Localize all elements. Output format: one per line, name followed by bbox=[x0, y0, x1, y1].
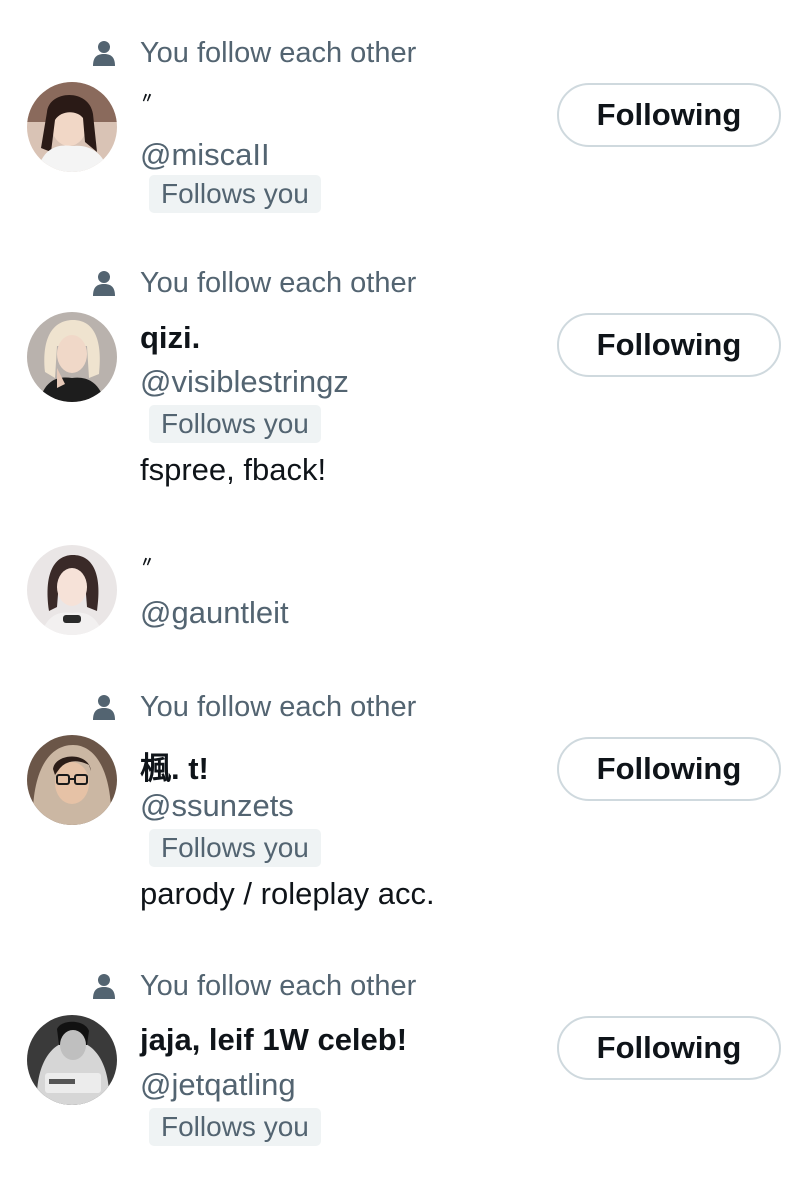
avatar[interactable] bbox=[27, 735, 117, 825]
display-name[interactable]: qizi. bbox=[140, 320, 200, 356]
following-button[interactable]: Following bbox=[557, 737, 781, 801]
social-context: You follow each other bbox=[92, 263, 416, 303]
handle[interactable]: @jetqatling bbox=[140, 1067, 296, 1103]
handle[interactable]: @miscaII bbox=[140, 137, 270, 173]
follows-you-badge: Follows you bbox=[149, 1108, 321, 1146]
social-context: You follow each other bbox=[92, 966, 416, 1006]
display-name[interactable]: jaja, leif 1W celeb! bbox=[140, 1022, 407, 1058]
avatar[interactable] bbox=[27, 312, 117, 402]
social-context: You follow each other bbox=[92, 33, 416, 73]
follows-you-badge: Follows you bbox=[149, 405, 321, 443]
social-context-text: You follow each other bbox=[140, 266, 417, 299]
following-button[interactable]: Following bbox=[557, 1016, 781, 1080]
social-context-text: You follow each other bbox=[140, 690, 417, 723]
social-context: You follow each other bbox=[92, 687, 416, 727]
person-icon bbox=[93, 41, 115, 66]
handle[interactable]: @visiblestringz bbox=[140, 364, 349, 400]
display-name[interactable]: 楓. t! bbox=[140, 743, 209, 788]
display-name[interactable]: 〃 bbox=[140, 552, 154, 572]
display-name[interactable]: 〃 bbox=[140, 88, 154, 108]
following-button[interactable]: Following bbox=[557, 313, 781, 377]
person-icon bbox=[93, 974, 115, 999]
bio: fspree, fback! bbox=[140, 452, 327, 487]
social-context-text: You follow each other bbox=[140, 36, 417, 69]
user-list: You follow each other 〃 @miscaII Follows… bbox=[0, 0, 812, 1200]
social-context-text: You follow each other bbox=[140, 969, 417, 1002]
follows-you-badge: Follows you bbox=[149, 829, 321, 867]
handle[interactable]: @ssunzets bbox=[140, 788, 294, 824]
following-button[interactable]: Following bbox=[557, 83, 781, 147]
avatar[interactable] bbox=[27, 82, 117, 172]
handle[interactable]: @gauntleit bbox=[140, 595, 289, 631]
avatar[interactable] bbox=[27, 1015, 117, 1105]
bio: parody / roleplay acc. bbox=[140, 876, 435, 911]
person-icon bbox=[93, 271, 115, 296]
follows-you-badge: Follows you bbox=[149, 175, 321, 213]
avatar[interactable] bbox=[27, 545, 117, 635]
person-icon bbox=[93, 695, 115, 720]
